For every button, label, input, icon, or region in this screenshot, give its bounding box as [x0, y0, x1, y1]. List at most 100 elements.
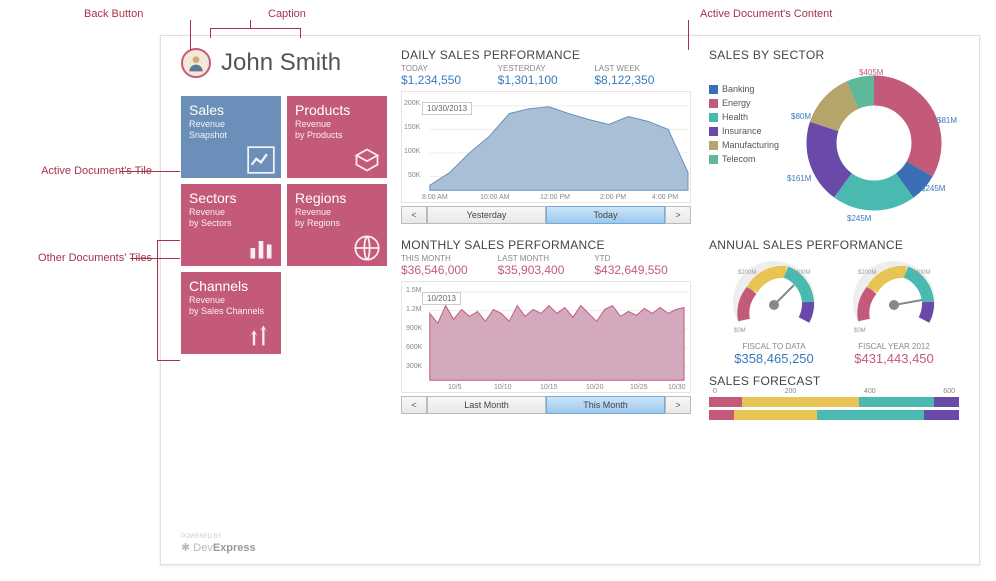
- dashboard-panel: John Smith Sales Revenue Snapshot Produc…: [160, 35, 980, 565]
- arrows-up-icon: [247, 322, 275, 350]
- stat-label: YESTERDAY: [498, 64, 595, 73]
- pager-next-button[interactable]: >: [665, 206, 691, 224]
- tile-products[interactable]: Products Revenue by Products: [287, 96, 387, 178]
- tile-sub: Revenue: [189, 295, 273, 305]
- tile-title: Channels: [189, 278, 273, 294]
- tile-sales[interactable]: Sales Revenue Snapshot: [181, 96, 281, 178]
- monthly-chart: 10/2013 1.5M 1.2M 900K 600K 300K 10/5 10…: [401, 281, 691, 393]
- gauge-value: $431,443,450: [844, 351, 944, 366]
- annotation-back-button: Back Button: [84, 8, 143, 20]
- legend-label: Banking: [722, 84, 755, 94]
- logo-powered-by: POWERED BY: [181, 534, 222, 540]
- tile-sub: Revenue: [295, 207, 379, 217]
- annotation-active-content: Active Document's Content: [700, 8, 832, 20]
- globe-icon: [353, 234, 381, 262]
- tile-sub: Revenue: [189, 207, 273, 217]
- pager-today-button[interactable]: Today: [546, 206, 665, 224]
- forecast-bar-1: [709, 397, 959, 407]
- tile-sub: by Sectors: [189, 218, 273, 228]
- donut-label: $80M: [791, 112, 811, 121]
- annotation-caption: Caption: [268, 8, 306, 20]
- sector-donut: Banking Energy Health Insurance Manufact…: [709, 68, 959, 228]
- forecast-section: SALES FORECAST 0 200 400 600: [709, 374, 959, 420]
- donut-label: $81M: [937, 116, 957, 125]
- svg-text:$200M: $200M: [858, 270, 876, 276]
- sector-title: SALES BY SECTOR: [709, 48, 959, 62]
- pager-yesterday-button[interactable]: Yesterday: [427, 206, 546, 224]
- pager-prev-button[interactable]: <: [401, 206, 427, 224]
- chart-line-icon: [247, 146, 275, 174]
- tile-sub: by Sales Channels: [189, 306, 273, 316]
- chart-tooltip: 10/2013: [422, 292, 461, 305]
- tile-sub: by Regions: [295, 218, 379, 228]
- pager-thismonth-button[interactable]: This Month: [546, 396, 665, 414]
- back-button-avatar[interactable]: [181, 48, 211, 78]
- stat-value: $8,122,350: [594, 73, 691, 87]
- legend-label: Health: [722, 112, 748, 122]
- tile-sectors[interactable]: Sectors Revenue by Sectors: [181, 184, 281, 266]
- tile-sub: by Products: [295, 130, 379, 140]
- annual-gauges: $0M $200M $400M FISCAL TO DATA $358,465,…: [709, 260, 959, 366]
- legend-label: Insurance: [722, 126, 762, 136]
- monthly-pager: < Last Month This Month >: [401, 396, 691, 414]
- forecast-title: SALES FORECAST: [709, 374, 959, 388]
- forecast-bar-2: [709, 410, 959, 420]
- gauge-fiscal-2012: $0M $200M $400M: [844, 260, 944, 340]
- svg-text:$0M: $0M: [734, 328, 746, 334]
- tile-sub: Snapshot: [189, 130, 273, 140]
- page-title: John Smith: [221, 49, 341, 77]
- daily-pager: < Yesterday Today >: [401, 206, 691, 224]
- svg-text:$0M: $0M: [854, 328, 866, 334]
- gauge-label: FISCAL YEAR 2012: [844, 342, 944, 351]
- user-icon: [186, 53, 206, 73]
- pager-next-button[interactable]: >: [665, 396, 691, 414]
- stat-label: THIS MONTH: [401, 254, 498, 263]
- monthly-title: MONTHLY SALES PERFORMANCE: [401, 238, 691, 252]
- svg-text:$200M: $200M: [738, 270, 756, 276]
- tile-sub: Revenue: [295, 119, 379, 129]
- bars-icon: [247, 234, 275, 262]
- tile-title: Sectors: [189, 190, 273, 206]
- stat-label: TODAY: [401, 64, 498, 73]
- tile-title: Products: [295, 102, 379, 118]
- pager-lastmonth-button[interactable]: Last Month: [427, 396, 546, 414]
- header: John Smith: [181, 48, 341, 78]
- monthly-stats: THIS MONTH$36,546,000 LAST MONTH$35,903,…: [401, 254, 691, 277]
- legend-label: Energy: [722, 98, 751, 108]
- tile-sub: Revenue: [189, 119, 273, 129]
- sector-legend: Banking Energy Health Insurance Manufact…: [709, 84, 779, 168]
- tile-regions[interactable]: Regions Revenue by Regions: [287, 184, 387, 266]
- tiles-container: Sales Revenue Snapshot Products Revenue …: [181, 96, 387, 354]
- donut-label: $161M: [787, 174, 811, 183]
- annual-title: ANNUAL SALES PERFORMANCE: [709, 238, 959, 252]
- daily-stats: TODAY$1,234,550 YESTERDAY$1,301,100 LAST…: [401, 64, 691, 87]
- tile-title: Sales: [189, 102, 273, 118]
- donut-label: $245M: [921, 184, 945, 193]
- forecast-axis: 0 200 400 600: [709, 388, 959, 395]
- stat-value: $1,234,550: [401, 73, 498, 87]
- stat-value: $1,301,100: [498, 73, 595, 87]
- annotation-active-tile: Active Document's Tile: [2, 165, 152, 177]
- box-icon: [353, 146, 381, 174]
- stat-value: $432,649,550: [594, 263, 691, 277]
- stat-value: $36,546,000: [401, 263, 498, 277]
- devexpress-logo: ✱ DevExpress: [181, 541, 256, 554]
- donut-label: $245M: [847, 214, 871, 223]
- gauge-value: $358,465,250: [724, 351, 824, 366]
- stat-label: YTD: [594, 254, 691, 263]
- pager-prev-button[interactable]: <: [401, 396, 427, 414]
- content-area: DAILY SALES PERFORMANCE TODAY$1,234,550 …: [401, 48, 965, 550]
- gauge-fiscal-data: $0M $200M $400M: [724, 260, 824, 340]
- donut-label: $405M: [859, 68, 883, 77]
- gauge-label: FISCAL TO DATA: [724, 342, 824, 351]
- legend-label: Telecom: [722, 154, 756, 164]
- stat-label: LAST WEEK: [594, 64, 691, 73]
- tile-channels[interactable]: Channels Revenue by Sales Channels: [181, 272, 281, 354]
- daily-chart: 10/30/2013 200K 150K 100K 50K 8:00 AM 10…: [401, 91, 691, 203]
- annotation-other-tiles: Other Documents' Tiles: [2, 252, 152, 264]
- chart-tooltip: 10/30/2013: [422, 102, 472, 115]
- legend-label: Manufacturing: [722, 140, 779, 150]
- stat-label: LAST MONTH: [498, 254, 595, 263]
- stat-value: $35,903,400: [498, 263, 595, 277]
- donut-chart: [799, 68, 949, 218]
